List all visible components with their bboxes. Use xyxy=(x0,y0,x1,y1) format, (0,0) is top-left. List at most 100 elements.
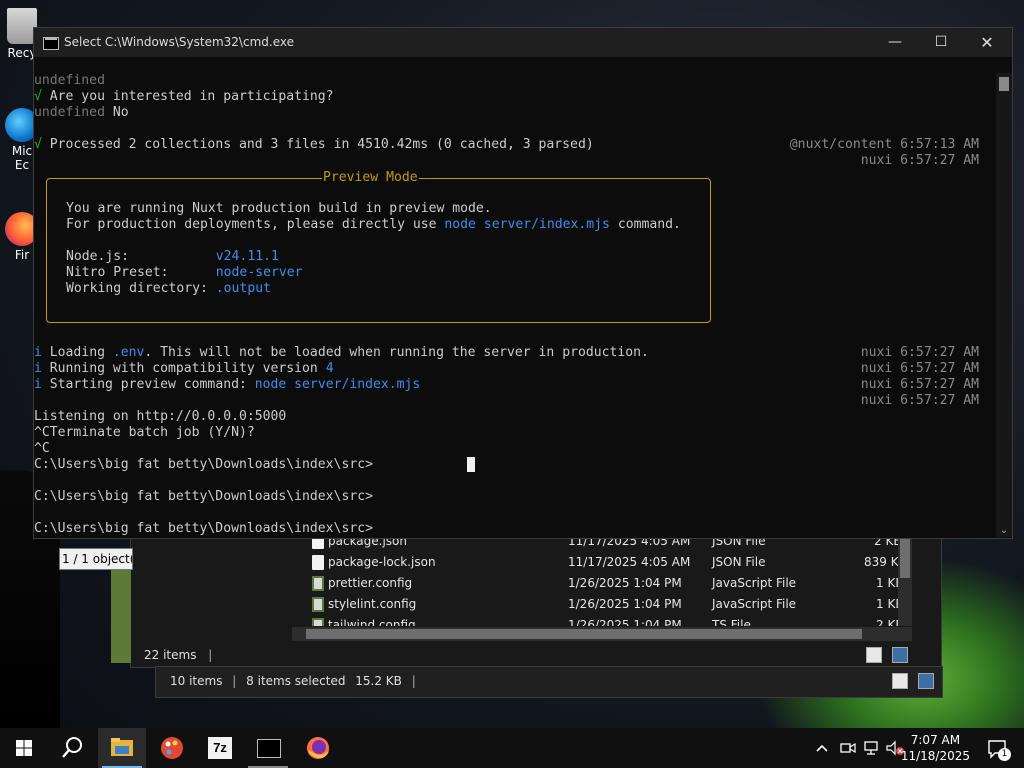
maximize-button[interactable]: ☐ xyxy=(918,28,964,57)
7zip-icon: 7z xyxy=(208,737,232,759)
large-icons-view-icon[interactable] xyxy=(918,673,934,689)
cmd-icon xyxy=(43,37,59,50)
javascript-file-icon xyxy=(312,576,324,591)
file-type: JavaScript File xyxy=(712,576,797,590)
file-name: prettier.config xyxy=(328,576,413,590)
scrollbar-thumb[interactable] xyxy=(999,77,1009,91)
terminal-output[interactable]: undefined √ Are you interested in partic… xyxy=(34,73,996,537)
json-file-icon xyxy=(312,555,324,570)
close-button[interactable]: ✕ xyxy=(964,28,1010,57)
log-timestamp: nuxi 6:57:27 AM xyxy=(860,377,979,392)
selection-tooltip: 1 / 1 object(s) xyxy=(59,548,133,570)
terminal-line: √ Are you interested in participating? xyxy=(34,89,334,104)
explorer-vertical-scrollbar[interactable] xyxy=(898,536,912,626)
file-date: 1/26/2025 1:04 PM xyxy=(568,597,682,611)
preview-mode-title: Preview Mode xyxy=(322,170,419,186)
cmd-icon xyxy=(257,739,281,758)
windows-logo-icon xyxy=(16,740,32,756)
window-title: Select C:\Windows\System32\cmd.exe xyxy=(64,35,294,49)
file-type: TS File xyxy=(712,618,751,626)
scrollbar-thumb[interactable] xyxy=(900,538,910,578)
command-prompt: C:\Users\big fat betty\Downloads\index\s… xyxy=(34,457,373,472)
info-icon: i xyxy=(34,361,42,376)
info-icon: i xyxy=(34,345,42,360)
explorer-horizontal-scrollbar[interactable] xyxy=(292,627,912,641)
log-timestamp: nuxi 6:57:27 AM xyxy=(860,153,979,168)
notification-badge: 1 xyxy=(998,748,1011,761)
cmd-window[interactable]: Select C:\Windows\System32\cmd.exe — ☐ ✕… xyxy=(33,27,1013,539)
log-timestamp: nuxi 6:57:27 AM xyxy=(860,345,979,360)
firefox-icon xyxy=(307,737,329,759)
file-name: tailwind.config xyxy=(328,618,416,626)
terminal-line: Node.js: v24.11.1 xyxy=(66,249,279,264)
terminal-line: i Starting preview command: node server/… xyxy=(34,377,421,392)
explorer-status-bar: 22 items | xyxy=(144,648,213,662)
taskbar: 7z 7:07 AM 11/18/2025 1 xyxy=(0,728,1024,768)
javascript-file-icon xyxy=(312,597,324,612)
clock-time: 7:07 AM xyxy=(910,733,961,747)
terminal-line: Listening on http://0.0.0.0:5000 xyxy=(34,409,287,424)
log-timestamp: nuxi 6:57:27 AM xyxy=(860,361,979,376)
minimize-button[interactable]: — xyxy=(872,28,918,57)
file-name: package-lock.json xyxy=(328,555,436,569)
file-type: JavaScript File xyxy=(712,597,797,611)
taskbar-7zip[interactable]: 7z xyxy=(196,728,244,768)
search-button[interactable] xyxy=(48,728,96,768)
folder-icon xyxy=(111,738,133,756)
scrollbar-thumb[interactable] xyxy=(306,629,862,639)
log-timestamp: @nuxt/content 6:57:13 AM xyxy=(789,137,979,152)
check-icon: √ xyxy=(34,137,42,152)
search-icon xyxy=(62,737,82,758)
cmd-vertical-scrollbar[interactable]: ⌄ xyxy=(996,73,1012,537)
details-view-icon[interactable] xyxy=(892,673,908,689)
check-icon: √ xyxy=(34,89,42,104)
scroll-down-arrow-icon[interactable]: ⌄ xyxy=(998,526,1010,536)
file-name: stylelint.config xyxy=(328,597,417,611)
terminal-line: i Running with compatibility version 4 xyxy=(34,361,334,376)
terminal-line: undefined xyxy=(34,73,105,88)
item-count: 10 items xyxy=(170,674,223,688)
file-date: 11/17/2025 4:05 AM xyxy=(568,555,691,569)
typescript-file-icon xyxy=(312,618,324,626)
file-explorer-window xyxy=(130,526,942,668)
file-row[interactable]: tailwind.config 1/26/2025 1:04 PM TS Fil… xyxy=(160,615,920,626)
terminal-line: For production deployments, please direc… xyxy=(66,217,681,232)
large-icons-view-icon[interactable] xyxy=(892,647,908,663)
terminal-line: You are running Nuxt production build in… xyxy=(66,201,492,216)
file-date: 1/26/2025 1:04 PM xyxy=(568,618,682,626)
cmd-titlebar[interactable]: Select C:\Windows\System32\cmd.exe — ☐ ✕ xyxy=(34,28,1012,57)
terminal-line: i Loading .env. This will not be loaded … xyxy=(34,345,649,360)
item-count: 22 items xyxy=(144,648,197,662)
start-button[interactable] xyxy=(0,728,48,768)
terminal-line: Working directory: .output xyxy=(66,281,271,296)
taskbar-cmd[interactable] xyxy=(244,728,292,768)
taskbar-clock[interactable]: 7:07 AM 11/18/2025 xyxy=(901,732,970,764)
text-cursor xyxy=(467,457,475,472)
terminal-line: √ Processed 2 collections and 3 files in… xyxy=(34,137,594,152)
terminal-line: ^CTerminate batch job (Y/N)? xyxy=(34,425,255,440)
terminal-line: ^C xyxy=(34,441,50,456)
selection-size: 15.2 KB xyxy=(355,674,402,688)
command-prompt: C:\Users\big fat betty\Downloads\index\s… xyxy=(34,521,373,536)
notification-center-button[interactable]: 1 xyxy=(986,738,1011,761)
meet-now-icon[interactable] xyxy=(838,738,858,758)
desktop-icon-label: Fir xyxy=(14,248,30,262)
selection-count: 8 items selected xyxy=(246,674,346,688)
details-view-icon[interactable] xyxy=(866,647,882,663)
explorer-thumbnail-strip xyxy=(111,568,131,663)
chevron-up-icon[interactable] xyxy=(812,738,832,758)
taskbar-firefox[interactable] xyxy=(294,728,342,768)
command-prompt: C:\Users\big fat betty\Downloads\index\s… xyxy=(34,489,373,504)
network-icon[interactable] xyxy=(862,738,882,758)
terminal-line: Nitro Preset: node-server xyxy=(66,265,303,280)
taskbar-file-explorer[interactable] xyxy=(98,728,146,768)
file-date: 1/26/2025 1:04 PM xyxy=(568,576,682,590)
taskbar-paint-app[interactable] xyxy=(148,728,196,768)
terminal-line: undefined No xyxy=(34,105,129,120)
clock-date: 11/18/2025 xyxy=(900,749,970,763)
info-icon: i xyxy=(34,377,42,392)
file-type: JSON File xyxy=(712,555,766,569)
system-tray xyxy=(812,728,912,768)
explorer-status-bar: 10 items | 8 items selected 15.2 KB | xyxy=(170,674,416,688)
paint-icon xyxy=(161,737,183,759)
